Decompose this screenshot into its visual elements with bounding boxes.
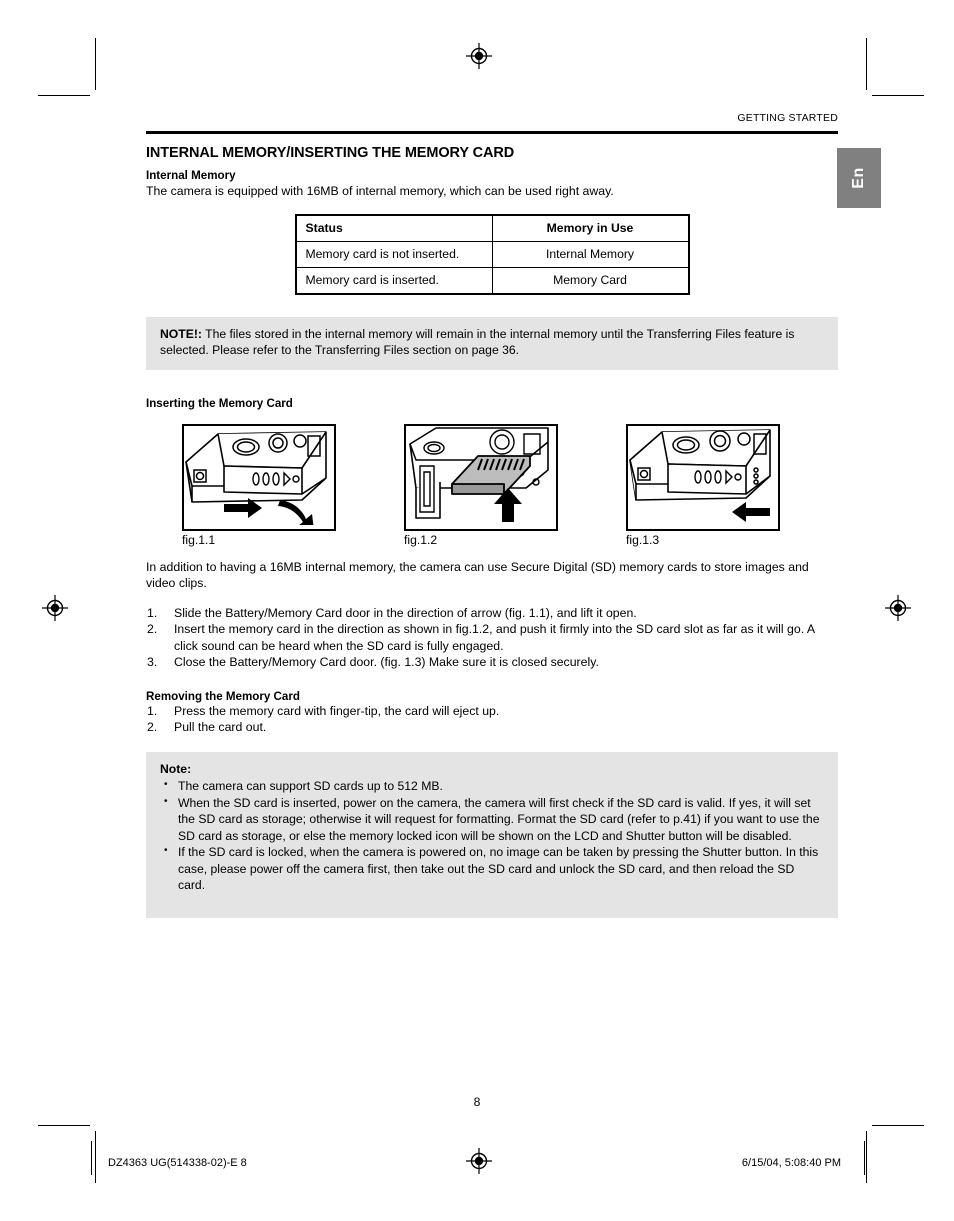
footer-rule-right	[864, 1141, 865, 1175]
figure-1-2-caption: fig.1.2	[404, 532, 438, 547]
language-tab-en: En	[837, 148, 881, 208]
arrow-lift-open	[278, 499, 314, 525]
figure-1-2-frame	[404, 423, 558, 531]
step-text: Close the Battery/Memory Card door. (fig…	[174, 655, 599, 669]
step-number: 2.	[147, 720, 158, 734]
figure-row: fig.1.1 fig.1.2 fig.1.3	[146, 423, 838, 547]
figure-1-1-caption: fig.1.1	[182, 532, 216, 547]
cell-status: Memory card is inserted.	[295, 266, 493, 294]
crop-mark-top-left-vertical	[95, 38, 96, 90]
crop-mark-bottom-left-horizontal	[38, 1125, 90, 1126]
language-tab-label: En	[850, 167, 867, 189]
figure-1-1-frame	[182, 423, 336, 531]
registration-target-top	[466, 43, 492, 69]
table-row: Memory card is inserted. Memory Card	[295, 266, 689, 294]
step-text: Press the memory card with finger-tip, t…	[174, 703, 500, 718]
registration-target-right	[885, 595, 911, 621]
list-item: When the SD card is inserted, power on t…	[160, 794, 824, 845]
step-number: 1.	[147, 703, 158, 718]
figure-1-3-caption: fig.1.3	[626, 532, 660, 547]
table-header-row: Status Memory in Use	[295, 214, 689, 242]
registration-target-left	[42, 595, 68, 621]
bullet-text: When the SD card is inserted, power on t…	[178, 795, 820, 843]
inserting-heading: Inserting the Memory Card	[146, 396, 293, 410]
camera-door-close-illustration	[629, 428, 771, 522]
crop-mark-bottom-right-horizontal	[872, 1125, 924, 1126]
list-item: 1. Press the memory card with finger-tip,…	[146, 703, 838, 720]
column-header-status: Status	[295, 214, 493, 242]
crop-mark-bottom-right-vertical	[866, 1131, 867, 1183]
camera-battery-door-slide-illustration	[185, 430, 327, 525]
list-item: The camera can support SD cards up to 51…	[160, 777, 824, 795]
figure-1-3: fig.1.3	[626, 423, 780, 547]
footer-rule-left	[91, 1141, 92, 1175]
note-text: The files stored in the internal memory …	[160, 326, 795, 358]
removing-heading: Removing the Memory Card	[146, 689, 300, 703]
table-row: Memory card is not inserted. Internal Me…	[295, 240, 689, 268]
running-head-label: GETTING STARTED	[737, 112, 838, 124]
step-text: Pull the card out.	[174, 720, 267, 734]
page-content: GETTING STARTED INTERNAL MEMORY/INSERTIN…	[146, 112, 838, 918]
crop-mark-top-right-vertical	[866, 38, 867, 90]
bullet-text: The camera can support SD cards up to 51…	[178, 779, 443, 793]
list-item: 1. Slide the Battery/Memory Card door in …	[146, 605, 838, 622]
note-label: NOTE!:	[160, 326, 202, 341]
list-item: 3. Close the Battery/Memory Card door. (f…	[146, 654, 838, 671]
crop-mark-top-left-horizontal	[38, 95, 90, 96]
figure-1-1: fig.1.1	[182, 423, 336, 547]
page-number: 8	[473, 1095, 481, 1109]
note-bullet-list: The camera can support SD cards up to 51…	[160, 777, 824, 894]
footer-job-id: DZ4363 UG(514338-02)-E 8	[108, 1157, 247, 1169]
note-callout-top: NOTE!: The files stored in the internal …	[146, 316, 838, 370]
crop-mark-top-right-horizontal	[872, 95, 924, 96]
removing-steps-list: 1. Press the memory card with finger-tip,…	[146, 703, 838, 736]
status-memory-table: Status Memory in Use Memory card is not …	[294, 213, 690, 295]
registration-target-bottom	[466, 1148, 492, 1174]
figure-1-3-frame	[626, 423, 780, 531]
list-item: If the SD card is locked, when the camer…	[160, 843, 824, 894]
document-page: En GETTING STARTED INTERNAL MEMORY/INSER…	[0, 0, 954, 1221]
column-header-memory-in-use: Memory in Use	[491, 214, 689, 242]
internal-memory-heading: Internal Memory	[146, 169, 236, 182]
step-text: Slide the Battery/Memory Card door in th…	[174, 605, 637, 620]
page-title: INTERNAL MEMORY/INSERTING THE MEMORY CAR…	[146, 145, 515, 161]
arrow-close-left	[732, 501, 770, 522]
note-bottom-heading: Note:	[160, 761, 192, 776]
footer-timestamp: 6/15/04, 5:08:40 PM	[741, 1157, 841, 1169]
inserting-steps-list: 1. Slide the Battery/Memory Card door in …	[146, 605, 838, 671]
internal-memory-text: The camera is equipped with 16MB of inte…	[146, 184, 614, 198]
sd-intro-text: In addition to having a 16MB internal me…	[146, 559, 809, 591]
step-number: 3.	[147, 655, 158, 669]
note-callout-bottom: Note: The camera can support SD cards up…	[146, 751, 838, 918]
cell-memory-in-use: Memory Card	[491, 266, 689, 294]
step-text: Insert the memory card in the direction …	[174, 622, 815, 653]
figure-1-2: fig.1.2	[404, 423, 558, 547]
sd-card-insert-illustration	[409, 426, 549, 522]
header-rule	[146, 131, 838, 134]
cell-memory-in-use: Internal Memory	[491, 240, 689, 268]
list-item: 2. Insert the memory card in the directio…	[146, 621, 838, 654]
step-number: 1.	[147, 605, 158, 620]
bullet-text: If the SD card is locked, when the camer…	[178, 845, 819, 892]
cell-status: Memory card is not inserted.	[295, 240, 493, 268]
crop-mark-bottom-left-vertical	[95, 1131, 96, 1183]
running-header: GETTING STARTED	[146, 112, 838, 134]
step-number: 2.	[147, 622, 158, 636]
list-item: 2. Pull the card out.	[146, 719, 838, 736]
